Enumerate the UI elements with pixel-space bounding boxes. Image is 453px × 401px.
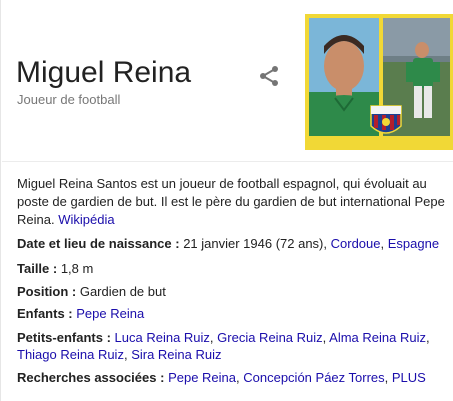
knowledge-panel: Miguel Reina Joueur de football Miguel R… bbox=[0, 0, 453, 401]
entity-title: Miguel Reina bbox=[16, 56, 192, 89]
separator: , bbox=[384, 370, 392, 385]
entity-subtitle: Joueur de football bbox=[17, 92, 121, 107]
fact-grandchildren-continued: Thiago Reina Ruiz, Sira Reina Ruiz bbox=[17, 346, 222, 363]
panel-header: Miguel Reina Joueur de football bbox=[1, 0, 453, 162]
fact-grandchildren-label: Petits-enfants : bbox=[17, 330, 111, 345]
wikipedia-link[interactable]: Wikipédia bbox=[58, 212, 114, 227]
birthplace-city-link[interactable]: Cordoue bbox=[331, 236, 381, 251]
section-divider bbox=[2, 161, 453, 162]
grandchild-link[interactable]: Thiago Reina Ruiz bbox=[17, 347, 124, 362]
fact-related-label: Recherches associées : bbox=[17, 370, 165, 385]
fact-height-value: 1,8 m bbox=[57, 261, 94, 276]
fact-children-label: Enfants : bbox=[17, 306, 73, 321]
fact-position-label: Position : bbox=[17, 284, 77, 299]
fact-birth-sep: , bbox=[380, 236, 388, 251]
fact-grandchildren: Petits-enfants : Luca Reina Ruiz, Grecia… bbox=[17, 329, 430, 346]
grandchild-link[interactable]: Grecia Reina Ruiz bbox=[217, 330, 323, 345]
club-crest-icon bbox=[370, 105, 402, 134]
fact-birth-value: 21 janvier 1946 (72 ans), bbox=[179, 236, 331, 251]
fact-related-searches: Recherches associées : Pepe Reina, Conce… bbox=[17, 369, 426, 386]
fact-position: Position : Gardien de but bbox=[17, 283, 166, 300]
fact-birth: Date et lieu de naissance : 21 janvier 1… bbox=[17, 235, 439, 252]
related-search-link[interactable]: Concepción Páez Torres bbox=[243, 370, 384, 385]
fact-height-label: Taille : bbox=[17, 261, 58, 276]
grandchild-link[interactable]: Sira Reina Ruiz bbox=[131, 347, 221, 362]
fact-birth-label: Date et lieu de naissance : bbox=[17, 236, 180, 251]
grandchild-link[interactable]: Luca Reina Ruiz bbox=[115, 330, 210, 345]
fact-children: Enfants : Pepe Reina bbox=[17, 305, 144, 322]
child-link[interactable]: Pepe Reina bbox=[76, 306, 144, 321]
birthplace-country-link[interactable]: Espagne bbox=[388, 236, 439, 251]
grandchild-link[interactable]: Alma Reina Ruiz bbox=[329, 330, 426, 345]
more-related-link[interactable]: PLUS bbox=[392, 370, 426, 385]
share-icon[interactable] bbox=[257, 64, 281, 88]
entity-description: Miguel Reina Santos est un joueur de foo… bbox=[17, 175, 447, 229]
entity-photo[interactable] bbox=[305, 14, 453, 150]
fact-height: Taille : 1,8 m bbox=[17, 260, 93, 277]
fact-position-value: Gardien de but bbox=[76, 284, 166, 299]
separator: , bbox=[426, 330, 430, 345]
related-search-link[interactable]: Pepe Reina bbox=[168, 370, 236, 385]
